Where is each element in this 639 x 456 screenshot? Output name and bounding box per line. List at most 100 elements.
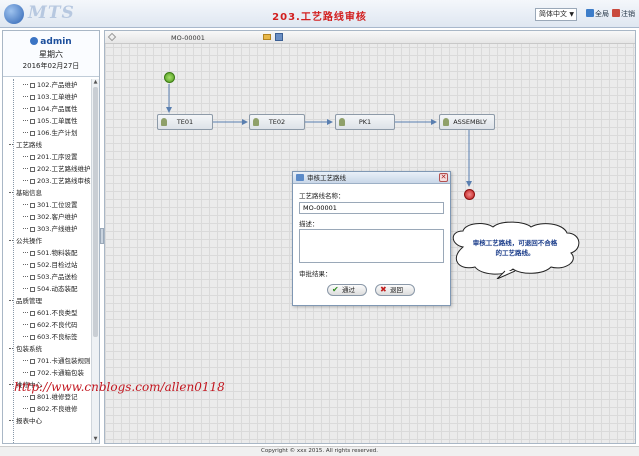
menu-label: 501.物料装配 [37, 249, 78, 257]
menu-group[interactable]: 包装系统 [3, 343, 91, 355]
menu-item[interactable]: 102.产品维护 [3, 79, 91, 91]
tree-connector [23, 96, 28, 97]
route-name-label: 工艺路线名称： [299, 192, 345, 200]
menu-label: 201.工序设置 [37, 153, 78, 161]
tree-connector [23, 216, 28, 217]
menu-group[interactable]: 品质管理 [3, 295, 91, 307]
reject-button[interactable]: ✖ 退回 [375, 284, 415, 296]
tree-connector [23, 264, 28, 265]
page-icon [30, 107, 35, 112]
tree-connector [9, 240, 13, 241]
process-user-icon [443, 118, 449, 126]
menu-item[interactable]: 203.工艺路线审核 [3, 175, 91, 187]
menu-label: 701.卡通包装规则 [37, 357, 91, 365]
page-icon [30, 215, 35, 220]
menu-item[interactable]: 504.动态装配 [3, 283, 91, 295]
menu-item[interactable]: 603.不良标签 [3, 331, 91, 343]
menu-item[interactable]: 702.卡通箱包装 [3, 367, 91, 379]
callout-line-1: 审核工艺路线，可退回不合格 [472, 239, 558, 247]
user-name: admin [3, 31, 99, 47]
scroll-up-icon[interactable]: ▲ [92, 79, 99, 86]
menu-item[interactable]: 503.产品送检 [3, 271, 91, 283]
tree-connector [23, 120, 28, 121]
close-icon[interactable]: ✕ [439, 173, 448, 182]
tree-connector [23, 84, 28, 85]
menu-item[interactable]: 201.工序设置 [3, 151, 91, 163]
menu-item[interactable]: 106.生产计划 [3, 127, 91, 139]
dialog-titlebar: 审核工艺路线 ✕ [293, 172, 450, 184]
menu-item[interactable]: 104.产品属性 [3, 103, 91, 115]
flow-end-node[interactable] [464, 189, 475, 200]
home-icon [586, 9, 594, 17]
user-icon [30, 37, 39, 45]
logout-label: 注销 [621, 10, 635, 18]
menu-label: 202.工艺路线维护 [37, 165, 91, 173]
page-icon [30, 203, 35, 208]
footer-copyright: Copyright © xxx 2015. All rights reserve… [0, 446, 639, 456]
dialog-title-icon [296, 174, 304, 181]
route-name-input[interactable] [299, 202, 444, 214]
menu-item[interactable]: 302.客户维护 [3, 211, 91, 223]
menu-label: 103.工单维护 [37, 93, 78, 101]
menu-item[interactable]: 105.工单属性 [3, 115, 91, 127]
flow-node-pk1[interactable]: PK1 [335, 114, 395, 130]
cross-icon: ✖ [380, 285, 387, 294]
menu-label: 106.生产计划 [37, 129, 78, 137]
menu-item[interactable]: 502.目检过站 [3, 259, 91, 271]
menu-item[interactable]: 701.卡通包装规则 [3, 355, 91, 367]
language-select[interactable]: 简体中文 ▼ [535, 8, 577, 21]
tree-connector [23, 228, 28, 229]
menu-item[interactable]: 202.工艺路线维护 [3, 163, 91, 175]
menu-item[interactable]: 602.不良代码 [3, 319, 91, 331]
menu-item[interactable]: 301.工位设置 [3, 199, 91, 211]
flow-node-te02[interactable]: TE02 [249, 114, 305, 130]
description-textarea[interactable] [299, 229, 444, 263]
approval-result-label: 审批结果： [299, 270, 332, 278]
annotation-callout: 审核工艺路线，可退回不合格 的工艺路线。 [445, 221, 585, 279]
menu-label: 602.不良代码 [37, 321, 78, 329]
menu-label: 303.产线维护 [37, 225, 78, 233]
page-icon [30, 119, 35, 124]
process-user-icon [339, 118, 345, 126]
menu-group[interactable]: 工艺路线 [3, 139, 91, 151]
menu-label: 302.客户维护 [37, 213, 78, 221]
tree-connector [23, 372, 28, 373]
scroll-thumb[interactable] [93, 87, 98, 337]
tree-connector [23, 324, 28, 325]
flow-node-assembly[interactable]: ASSEMBLY [439, 114, 495, 130]
tree-connector [23, 288, 28, 289]
blog-watermark: http://www.cnblogs.com/allen0118 [14, 380, 225, 394]
flow-node-te01[interactable]: TE01 [157, 114, 213, 130]
logout-link[interactable]: 注销 [612, 9, 635, 19]
tree-connector [9, 348, 13, 349]
tree-connector [23, 408, 28, 409]
tree-connector [9, 420, 13, 421]
scroll-down-icon[interactable]: ▼ [92, 436, 99, 443]
page-icon [30, 311, 35, 316]
page-icon [30, 131, 35, 136]
menu-label: 104.产品属性 [37, 105, 78, 113]
menu-item[interactable]: 103.工单维护 [3, 91, 91, 103]
tree-connector [23, 312, 28, 313]
menu-label: 301.工位设置 [37, 201, 78, 209]
menu-label: 报表中心 [16, 417, 42, 425]
menu-item[interactable]: 601.不良类型 [3, 307, 91, 319]
fullscreen-link[interactable]: 全局 [586, 9, 609, 19]
menu-label: 502.目检过站 [37, 261, 78, 269]
pass-button[interactable]: ✔ 通过 [327, 284, 367, 296]
menu-group[interactable]: 报表中心 [3, 415, 91, 427]
menu-label: 102.产品维护 [37, 81, 78, 89]
menu-item[interactable]: 802.不良维修 [3, 403, 91, 415]
flow-start-node[interactable] [164, 72, 175, 83]
menu-label: 801.维修登记 [37, 393, 78, 401]
tree-connector [23, 108, 28, 109]
menu-item[interactable]: 501.物料装配 [3, 247, 91, 259]
chevron-down-icon: ▼ [569, 11, 574, 18]
menu-group[interactable]: 公共操作 [3, 235, 91, 247]
menu-group[interactable]: 基础信息 [3, 187, 91, 199]
page-icon [30, 275, 35, 280]
menu-item[interactable]: 303.产线维护 [3, 223, 91, 235]
page-icon [30, 227, 35, 232]
page-icon [30, 95, 35, 100]
reject-button-label: 退回 [390, 286, 403, 294]
